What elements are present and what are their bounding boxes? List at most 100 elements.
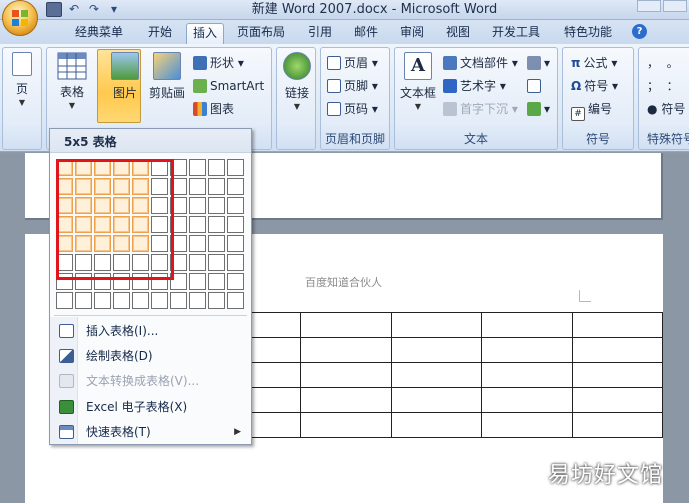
grid-cell[interactable] — [227, 273, 244, 290]
table-cell[interactable] — [571, 312, 664, 338]
grid-cell[interactable] — [227, 178, 244, 195]
grid-cell[interactable] — [227, 254, 244, 271]
table-cell[interactable] — [481, 312, 573, 338]
grid-cell[interactable] — [56, 159, 73, 176]
grid-cell[interactable] — [189, 235, 206, 252]
document-table[interactable] — [209, 312, 664, 438]
menu-item-insert-table[interactable]: 插入表格(I)... — [50, 319, 251, 343]
table-cell[interactable] — [390, 362, 483, 388]
grid-cell[interactable] — [189, 197, 206, 214]
grid-cell[interactable] — [56, 292, 73, 309]
grid-cell[interactable] — [227, 235, 244, 252]
grid-cell[interactable] — [75, 178, 92, 195]
grid-cell[interactable] — [132, 254, 149, 271]
grid-cell[interactable] — [170, 197, 187, 214]
table-cell[interactable] — [481, 412, 573, 438]
object-button[interactable]: ▾ — [527, 100, 550, 118]
grid-cell[interactable] — [151, 216, 168, 233]
doc-parts-button[interactable]: 文档部件 ▾ — [443, 54, 518, 72]
grid-cell[interactable] — [189, 273, 206, 290]
dropcap-button[interactable]: 首字下沉 ▾ — [443, 100, 518, 118]
grid-cell[interactable] — [170, 159, 187, 176]
grid-cell[interactable] — [227, 216, 244, 233]
help-icon[interactable]: ? — [632, 24, 647, 39]
grid-cell[interactable] — [227, 292, 244, 309]
grid-cell[interactable] — [75, 159, 92, 176]
grid-cell[interactable] — [75, 235, 92, 252]
grid-cell[interactable] — [151, 292, 168, 309]
grid-cell[interactable] — [94, 273, 111, 290]
textbox-button[interactable]: A 文本框 ▼ — [397, 52, 439, 111]
grid-cell[interactable] — [113, 178, 130, 195]
grid-cell[interactable] — [208, 178, 225, 195]
tab-page-layout[interactable]: 页面布局 — [230, 23, 292, 44]
chart-button[interactable]: 图表 — [193, 100, 234, 118]
grid-cell[interactable] — [208, 292, 225, 309]
table-cell[interactable] — [390, 387, 483, 413]
grid-cell[interactable] — [189, 254, 206, 271]
special-symbol-comma[interactable]: ， 。 — [647, 54, 679, 72]
table-cell[interactable] — [300, 362, 392, 388]
grid-cell[interactable] — [113, 273, 130, 290]
grid-cell[interactable] — [75, 197, 92, 214]
clipart-button[interactable]: 剪贴画 — [145, 52, 189, 101]
tab-developer[interactable]: 开发工具 — [484, 23, 548, 44]
grid-cell[interactable] — [56, 197, 73, 214]
tab-special-features[interactable]: 特色功能 — [556, 23, 620, 44]
datetime-button[interactable] — [527, 77, 544, 95]
tab-review[interactable]: 审阅 — [392, 23, 432, 44]
grid-cell[interactable] — [170, 235, 187, 252]
formula-button[interactable]: π 公式 ▾ — [571, 54, 617, 72]
signature-line-button[interactable]: ▾ — [527, 54, 550, 72]
grid-cell[interactable] — [75, 216, 92, 233]
grid-cell[interactable] — [113, 254, 130, 271]
grid-cell[interactable] — [94, 235, 111, 252]
grid-cell[interactable] — [208, 216, 225, 233]
grid-cell[interactable] — [132, 292, 149, 309]
grid-cell[interactable] — [56, 178, 73, 195]
footer-button[interactable]: 页脚 ▾ — [327, 77, 378, 95]
grid-cell[interactable] — [75, 273, 92, 290]
table-cell[interactable] — [571, 337, 664, 363]
table-cell[interactable] — [300, 387, 392, 413]
tab-home[interactable]: 开始 — [138, 23, 182, 44]
grid-cell[interactable] — [170, 216, 187, 233]
grid-cell[interactable] — [189, 159, 206, 176]
table-cell[interactable] — [571, 387, 664, 413]
table-cell[interactable] — [481, 387, 573, 413]
grid-cell[interactable] — [227, 197, 244, 214]
grid-cell[interactable] — [189, 178, 206, 195]
tab-insert[interactable]: 插入 — [186, 23, 224, 44]
tab-references[interactable]: 引用 — [300, 23, 340, 44]
symbol-button[interactable]: Ω 符号 ▾ — [571, 77, 618, 95]
special-symbol-colon[interactable]: ； ： — [647, 77, 679, 95]
link-button[interactable]: 链接 ▼ — [281, 52, 313, 111]
table-cell[interactable] — [481, 337, 573, 363]
tab-classic-menu[interactable]: 经典菜单 — [64, 23, 134, 44]
grid-cell[interactable] — [94, 178, 111, 195]
page-button[interactable]: 页 ▼ — [7, 52, 37, 107]
grid-cell[interactable] — [208, 273, 225, 290]
table-cell[interactable] — [300, 412, 392, 438]
number-button[interactable]: # 编号 — [571, 100, 612, 121]
menu-item-draw-table[interactable]: 绘制表格(D) — [50, 344, 251, 368]
grid-cell[interactable] — [75, 292, 92, 309]
grid-cell[interactable] — [151, 178, 168, 195]
grid-cell[interactable] — [94, 197, 111, 214]
grid-cell[interactable] — [170, 273, 187, 290]
grid-cell[interactable] — [170, 254, 187, 271]
grid-cell[interactable] — [151, 159, 168, 176]
grid-cell[interactable] — [189, 292, 206, 309]
grid-cell[interactable] — [132, 273, 149, 290]
grid-cell[interactable] — [132, 197, 149, 214]
tab-view[interactable]: 视图 — [438, 23, 478, 44]
menu-item-excel-sheet[interactable]: Excel 电子表格(X) — [50, 395, 251, 419]
menu-item-quick-table[interactable]: 快速表格(T) ▶ — [50, 420, 251, 444]
table-cell[interactable] — [300, 337, 392, 363]
picture-button[interactable]: 图片 — [105, 52, 145, 101]
table-cell[interactable] — [300, 312, 392, 338]
grid-cell[interactable] — [132, 159, 149, 176]
grid-cell[interactable] — [94, 292, 111, 309]
wordart-button[interactable]: 艺术字 ▾ — [443, 77, 506, 95]
grid-cell[interactable] — [113, 216, 130, 233]
